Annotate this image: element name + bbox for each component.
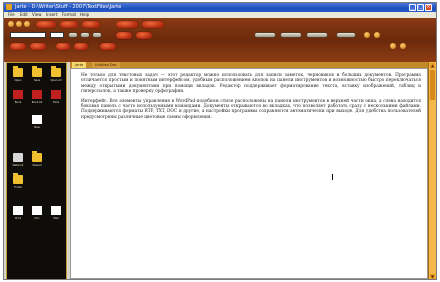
sidebar: Open Save Open All Book Book All Tools N… xyxy=(6,62,67,279)
italic-button[interactable] xyxy=(80,32,90,38)
sidebar-item-doc[interactable]: Doc xyxy=(29,206,45,224)
sidebar-item-label: Open All xyxy=(50,79,62,82)
toolbar-button-preview[interactable] xyxy=(60,21,78,28)
sidebar-item-new[interactable]: New xyxy=(29,115,45,133)
minimize-button[interactable]: _ xyxy=(409,4,416,11)
folder-icon xyxy=(32,66,42,77)
toolbar-button-zoom[interactable] xyxy=(280,32,302,38)
sidebar-item-label: Book xyxy=(14,101,22,104)
sidebar-item-label: Network xyxy=(12,164,24,167)
toolbar-button-copy[interactable] xyxy=(142,21,164,28)
document-editor[interactable]: Не только для текстовых задач — этот ред… xyxy=(70,68,428,279)
window-title: Jarte - D:\Writer\Stuff - 2007\TextFiles… xyxy=(15,4,122,10)
info-icon[interactable] xyxy=(374,32,380,38)
sidebar-item-label: New xyxy=(34,126,40,129)
help-icon[interactable] xyxy=(364,32,370,38)
folder-icon xyxy=(13,66,23,77)
folder-icon xyxy=(32,151,42,162)
document-paragraph: Не только для текстовых задач — этот ред… xyxy=(81,73,421,95)
toolbar-button-align-center[interactable] xyxy=(30,43,46,50)
scrollbar-thumb[interactable] xyxy=(430,70,435,100)
toolbar-button-bullets[interactable] xyxy=(56,43,70,50)
sidebar-item-label: Print xyxy=(15,217,21,220)
sidebar-item-print[interactable]: Print xyxy=(10,206,26,224)
scroll-up-icon[interactable]: ▲ xyxy=(430,63,435,68)
book-icon xyxy=(13,90,23,99)
sidebar-item-tools[interactable]: Tools xyxy=(48,90,64,108)
close-button[interactable]: × xyxy=(425,4,432,11)
sidebar-item-book-all[interactable]: Book All xyxy=(29,90,45,108)
sidebar-item-label: Save xyxy=(33,79,41,82)
toolbar xyxy=(4,18,436,62)
font-name-select[interactable] xyxy=(10,32,46,38)
sidebar-item-save[interactable]: Save xyxy=(29,66,45,86)
page-icon xyxy=(32,115,42,124)
app-window: Jarte - D:\Writer\Stuff - 2007\TextFiles… xyxy=(3,2,437,280)
toolbar-button-paste[interactable] xyxy=(116,32,132,39)
sidebar-item-shared[interactable]: Shared xyxy=(29,151,45,171)
underline-button[interactable] xyxy=(92,32,102,38)
title-bar: Jarte - D:\Writer\Stuff - 2007\TextFiles… xyxy=(4,3,436,12)
open-icon[interactable] xyxy=(16,21,22,27)
page-icon xyxy=(51,206,61,215)
sidebar-item-label: Doc xyxy=(34,217,40,220)
document-paragraph: Интерфейс. Все элементы управления в Wor… xyxy=(81,98,421,120)
scroll-down-icon[interactable]: ▼ xyxy=(430,274,435,279)
book-icon xyxy=(51,90,61,99)
sidebar-item-label: Shared xyxy=(32,164,42,167)
sidebar-item-label: Open xyxy=(14,79,22,82)
vertical-scrollbar[interactable]: ▲ ▼ xyxy=(428,62,436,279)
toolbar-button-cut[interactable] xyxy=(116,21,138,28)
maximize-button[interactable]: □ xyxy=(417,4,424,11)
bold-button[interactable] xyxy=(68,32,78,38)
sidebar-item-network[interactable]: Network xyxy=(10,153,26,171)
toolbar-button-indent[interactable] xyxy=(74,43,88,50)
gear-icon[interactable] xyxy=(400,43,406,49)
settings-icon[interactable] xyxy=(390,43,396,49)
sidebar-item-label: Mail xyxy=(53,217,59,220)
sidebar-item-open-all[interactable]: Open All xyxy=(48,66,64,86)
sidebar-item-label: Folder xyxy=(13,186,22,189)
toolbar-button-color[interactable] xyxy=(100,43,116,50)
sidebar-item-open[interactable]: Open xyxy=(10,66,26,86)
font-size-select[interactable] xyxy=(50,32,64,38)
sidebar-item-mail[interactable]: Mail xyxy=(48,206,64,224)
print-icon xyxy=(13,206,23,215)
toolbar-button-align-left[interactable] xyxy=(10,43,26,50)
sidebar-item-label: Book All xyxy=(31,101,43,104)
new-icon[interactable] xyxy=(8,21,14,27)
sidebar-item-label: Tools xyxy=(52,101,60,104)
app-icon xyxy=(6,4,12,10)
toolbar-button-undo[interactable] xyxy=(136,32,152,39)
text-cursor xyxy=(332,174,333,180)
sidebar-item-folder[interactable]: Folder xyxy=(10,173,26,193)
folder-icon xyxy=(51,66,61,77)
network-icon xyxy=(13,153,23,162)
save-icon[interactable] xyxy=(24,21,30,27)
book-icon xyxy=(32,90,42,99)
toolbar-button-print[interactable] xyxy=(36,21,56,28)
toolbar-button-tools[interactable] xyxy=(336,32,356,38)
sidebar-item-book[interactable]: Book xyxy=(10,90,26,108)
toolbar-button-spell[interactable] xyxy=(254,32,276,38)
toolbar-button-find[interactable] xyxy=(82,21,100,28)
folder-icon xyxy=(13,173,23,184)
toolbar-button-options[interactable] xyxy=(306,32,328,38)
page-icon xyxy=(32,206,42,215)
